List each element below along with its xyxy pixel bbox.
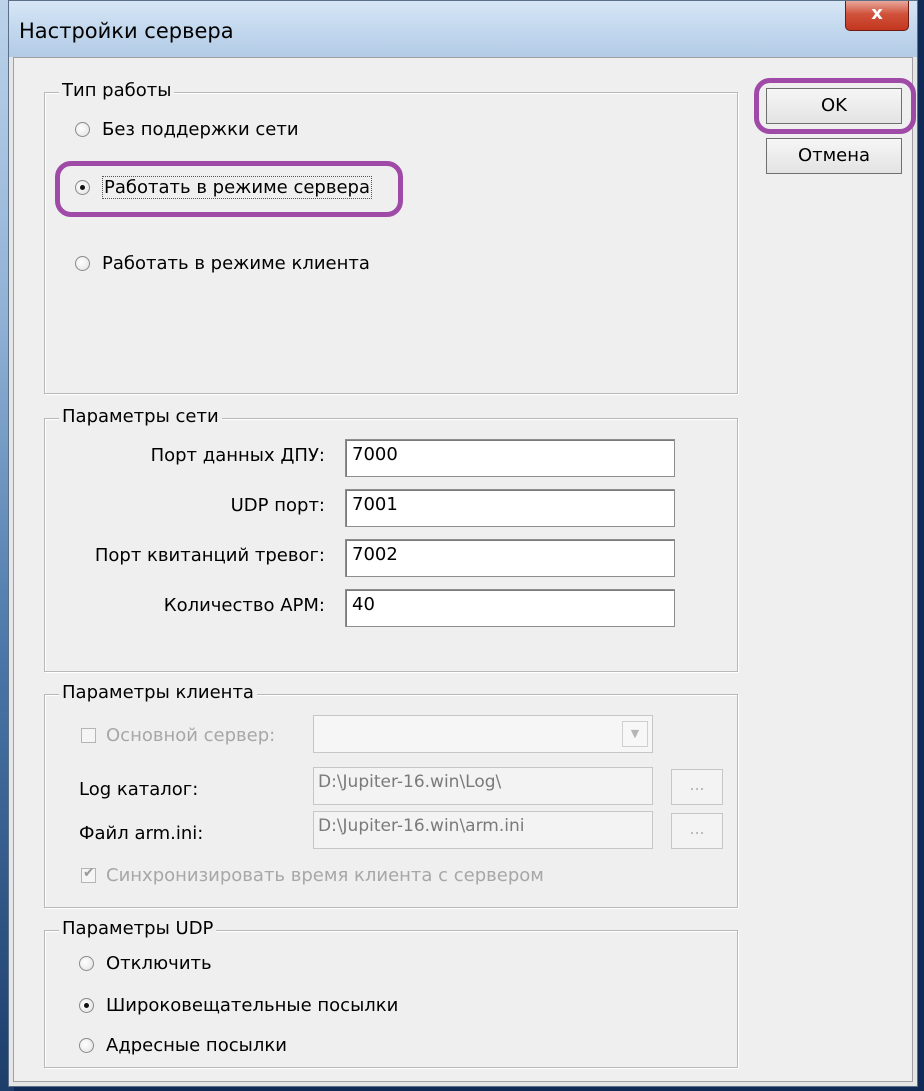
- radio-udp-disable[interactable]: Отключить: [79, 953, 212, 974]
- port-dpu-input[interactable]: 7000: [345, 439, 675, 477]
- radio-selected-icon: [79, 998, 94, 1013]
- radio-udp-unicast[interactable]: Адресные посылки: [79, 1035, 287, 1056]
- udp-port-label: UDP порт:: [230, 495, 325, 516]
- radio-client-mode[interactable]: Работать в режиме клиента: [75, 253, 370, 274]
- radio-no-network[interactable]: Без поддержки сети: [75, 119, 299, 140]
- radio-label: Широковещательные посылки: [106, 995, 399, 1016]
- server-settings-dialog: Настройки сервера x Тип работы Без подде…: [8, 0, 918, 1087]
- arm-file-browse-button[interactable]: ...: [671, 813, 723, 849]
- client-group: Параметры клиента Основной сервер: ▼ Log…: [44, 682, 738, 908]
- arm-count-label: Количество АРМ:: [163, 595, 325, 616]
- radio-label: Без поддержки сети: [102, 119, 299, 140]
- radio-label: Работать в режиме клиента: [102, 253, 370, 274]
- radio-icon: [79, 1038, 94, 1053]
- udp-group-title: Параметры UDP: [59, 918, 217, 939]
- client-group-title: Параметры клиента: [59, 682, 257, 703]
- log-dir-browse-button[interactable]: ...: [671, 769, 723, 805]
- arm-file-label: Файл arm.ini:: [79, 823, 204, 844]
- checkbox-checked-icon: [81, 865, 96, 883]
- checkbox-icon: [81, 728, 96, 743]
- radio-icon: [75, 122, 90, 137]
- highlight-server-mode: [55, 161, 403, 217]
- dialog-body: Тип работы Без поддержки сети Работать в…: [13, 57, 916, 1082]
- close-icon: x: [871, 3, 883, 24]
- chevron-down-icon[interactable]: ▼: [622, 721, 648, 747]
- udp-group: Параметры UDP Отключить Широковещательны…: [44, 918, 738, 1068]
- main-server-label: Основной сервер:: [106, 725, 276, 746]
- radio-icon: [79, 956, 94, 971]
- network-group-title: Параметры сети: [59, 406, 222, 427]
- udp-port-input[interactable]: 7001: [345, 489, 675, 527]
- arm-count-input[interactable]: 40: [345, 589, 675, 627]
- highlight-ok-button: [754, 78, 916, 134]
- log-dir-label: Log каталог:: [79, 779, 199, 800]
- main-server-select[interactable]: ▼: [313, 715, 653, 753]
- window-title: Настройки сервера: [19, 19, 234, 43]
- radio-label: Отключить: [106, 953, 212, 974]
- alarm-ack-port-input[interactable]: 7002: [345, 539, 675, 577]
- radio-label: Адресные посылки: [106, 1035, 287, 1056]
- title-bar[interactable]: Настройки сервера x: [9, 1, 917, 57]
- radio-udp-broadcast[interactable]: Широковещательные посылки: [79, 995, 398, 1016]
- close-button[interactable]: x: [845, 1, 909, 31]
- port-dpu-label: Порт данных ДПУ:: [150, 445, 325, 466]
- sync-time-checkbox[interactable]: Синхронизировать время клиента с серверо…: [81, 865, 544, 886]
- sync-time-label: Синхронизировать время клиента с серверо…: [106, 865, 544, 886]
- radio-icon: [75, 256, 90, 271]
- cancel-button[interactable]: Отмена: [766, 138, 902, 174]
- main-server-checkbox[interactable]: Основной сервер:: [81, 725, 275, 746]
- network-group: Параметры сети Порт данных ДПУ: 7000 UDP…: [44, 406, 738, 672]
- work-mode-group: Тип работы Без поддержки сети Работать в…: [44, 80, 738, 394]
- log-dir-input[interactable]: D:\Jupiter-16.win\Log\: [313, 767, 653, 805]
- work-mode-group-title: Тип работы: [59, 80, 175, 101]
- alarm-ack-port-label: Порт квитанций тревог:: [94, 545, 325, 566]
- arm-file-input[interactable]: D:\Jupiter-16.win\arm.ini: [313, 811, 653, 849]
